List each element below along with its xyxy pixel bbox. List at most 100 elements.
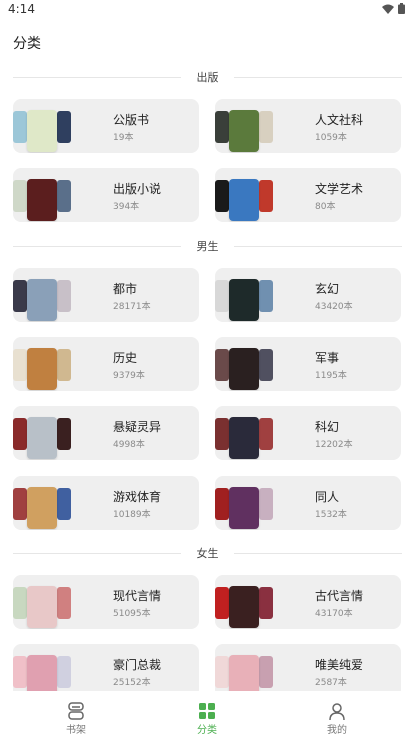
section-header-male: 男生 [13,236,402,256]
category-count: 1195本 [315,371,347,381]
category-name: 现代言情 [113,589,162,603]
book-cover [259,488,273,520]
category-card[interactable]: 玄幻 43420本 [215,268,401,322]
book-cover [27,586,57,628]
book-cover [13,656,27,688]
book-cover [13,349,27,381]
category-card[interactable]: 文学艺术 80本 [215,168,401,222]
category-count: 4998本 [113,440,145,450]
book-covers [13,476,73,530]
book-cover [259,349,273,381]
category-name: 古代言情 [315,589,364,603]
book-cover [215,180,229,212]
category-name: 出版小说 [113,182,162,196]
book-covers [215,168,275,222]
bottom-nav: 书架 分类 我的 [0,691,415,739]
category-count: 43420本 [315,302,353,312]
nav-category[interactable]: 分类 [167,691,247,739]
book-cover [57,349,71,381]
category-name: 历史 [113,351,138,365]
wifi-icon [382,4,394,14]
book-cover [27,487,57,529]
book-cover [27,348,57,390]
category-count: 1059本 [315,133,347,143]
book-covers [215,644,275,698]
book-covers [215,268,275,322]
book-cover [57,587,71,619]
category-count: 43170本 [315,609,353,619]
book-cover [57,488,71,520]
divider [234,77,402,78]
book-cover [215,488,229,520]
category-card[interactable]: 人文社科 1059本 [215,99,401,153]
category-count: 25152本 [113,678,151,688]
book-cover [57,280,71,312]
book-covers [13,644,73,698]
category-count: 12202本 [315,440,353,450]
category-name: 军事 [315,351,340,365]
status-icons [382,3,405,14]
category-name: 悬疑灵异 [113,420,162,434]
book-covers [215,575,275,629]
book-cover [13,111,27,143]
book-cover [259,587,273,619]
book-cover [13,418,27,450]
divider [234,553,402,554]
nav-profile[interactable]: 我的 [297,691,377,739]
category-card[interactable]: 都市 28171本 [13,268,199,322]
book-cover [57,656,71,688]
category-name: 科幻 [315,420,340,434]
category-card[interactable]: 豪门总裁 25152本 [13,644,199,698]
category-card[interactable]: 历史 9379本 [13,337,199,391]
book-cover [57,418,71,450]
category-count: 9379本 [113,371,145,381]
nav-label: 书架 [66,725,86,736]
book-covers [13,575,73,629]
book-covers [215,99,275,153]
page-title: 分类 [13,36,41,52]
battery-icon [398,3,405,14]
nav-label: 我的 [327,725,347,736]
category-name: 游戏体育 [113,490,162,504]
nav-bookshelf[interactable]: 书架 [36,691,116,739]
book-cover [27,279,57,321]
book-cover [215,587,229,619]
book-cover [215,656,229,688]
book-cover [259,656,273,688]
category-card[interactable]: 军事 1195本 [215,337,401,391]
category-count: 19本 [113,133,134,143]
book-cover [13,488,27,520]
book-covers [13,406,73,460]
category-name: 豪门总裁 [113,658,162,672]
book-cover [229,487,259,529]
book-cover [259,180,273,212]
book-cover [13,180,27,212]
category-card[interactable]: 唯美纯爱 2587本 [215,644,401,698]
category-card[interactable]: 公版书 19本 [13,99,199,153]
category-name: 公版书 [113,113,150,127]
book-cover [229,279,259,321]
category-name: 同人 [315,490,340,504]
section-header-publish: 出版 [13,67,402,87]
category-count: 80本 [315,202,336,212]
category-name: 玄幻 [315,282,340,296]
book-cover [229,110,259,152]
category-count: 1532本 [315,510,347,520]
category-card[interactable]: 古代言情 43170本 [215,575,401,629]
category-card[interactable]: 出版小说 394本 [13,168,199,222]
category-card[interactable]: 游戏体育 10189本 [13,476,199,530]
category-card[interactable]: 科幻 12202本 [215,406,401,460]
book-cover [259,111,273,143]
category-name: 唯美纯爱 [315,658,364,672]
category-card[interactable]: 悬疑灵异 4998本 [13,406,199,460]
divider [234,246,402,247]
book-cover [13,280,27,312]
status-time: 4:14 [8,2,35,16]
category-card[interactable]: 同人 1532本 [215,476,401,530]
book-covers [215,337,275,391]
book-cover [27,179,57,221]
category-card[interactable]: 现代言情 51095本 [13,575,199,629]
book-cover [57,180,71,212]
book-cover [229,179,259,221]
book-covers [215,476,275,530]
